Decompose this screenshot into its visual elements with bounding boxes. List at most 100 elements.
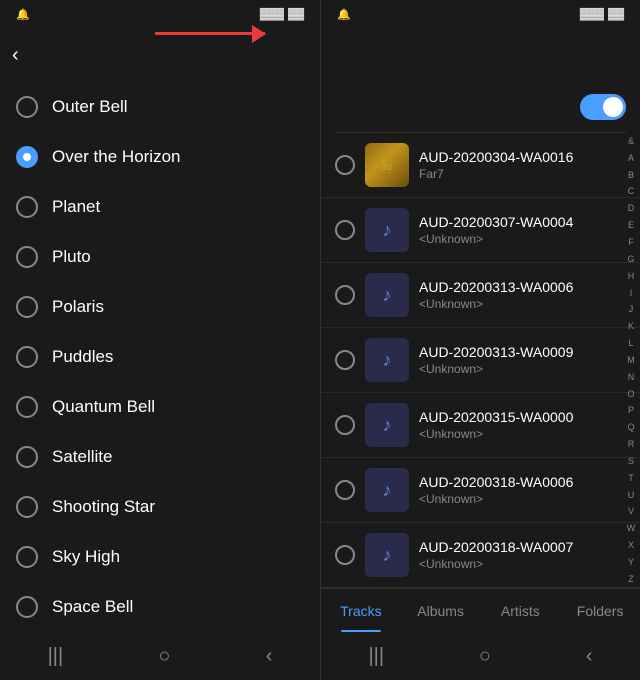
left-nav-bar: ||| ○ ‹ — [0, 632, 320, 680]
sound-name: AUD-20200318-WA0007 — [419, 539, 626, 555]
sound-list-item[interactable]: ♪ AUD-20200307-WA0004<Unknown> — [321, 198, 640, 263]
back-button[interactable]: ‹ — [12, 44, 19, 67]
sound-name: AUD-20200318-WA0006 — [419, 474, 626, 490]
ringtone-name: Over the Horizon — [52, 147, 181, 167]
ringtone-name: Sky High — [52, 547, 120, 567]
radio-circle — [16, 596, 38, 618]
sound-info: AUD-20200304-WA0016Far7 — [419, 149, 626, 181]
alpha-letter[interactable]: A — [628, 154, 634, 163]
sound-radio — [335, 285, 355, 305]
alpha-letter[interactable]: L — [628, 339, 633, 348]
sound-list-item[interactable]: 🏜 AUD-20200304-WA0016Far7 — [321, 133, 640, 198]
list-item[interactable]: Sky High — [0, 532, 320, 582]
list-item[interactable]: Quantum Bell — [0, 382, 320, 432]
wifi-icon: ▓▓ — [288, 8, 304, 20]
sound-info: AUD-20200307-WA0004<Unknown> — [419, 214, 626, 246]
recent-apps-icon[interactable]: ||| — [48, 645, 64, 668]
list-item[interactable]: Planet — [0, 182, 320, 232]
alpha-letter[interactable]: Y — [628, 558, 634, 567]
list-item[interactable]: Over the Horizon — [0, 132, 320, 182]
alpha-letter[interactable]: H — [628, 272, 635, 281]
list-item[interactable]: Puddles — [0, 332, 320, 382]
sound-list-item[interactable]: ♪AUD-20200318-WA0006<Unknown> — [321, 458, 640, 523]
alpha-letter[interactable]: B — [628, 171, 634, 180]
sound-artist: <Unknown> — [419, 427, 626, 441]
alpha-letter[interactable]: Z — [628, 575, 634, 584]
right-top-bar — [321, 28, 640, 82]
radio-circle — [16, 296, 38, 318]
alpha-letter[interactable]: S — [628, 457, 634, 466]
alpha-letter[interactable]: J — [629, 305, 634, 314]
alpha-letter[interactable]: M — [627, 356, 635, 365]
sound-thumbnail: 🏜 — [365, 143, 409, 187]
sound-info: AUD-20200315-WA0000<Unknown> — [419, 409, 626, 441]
sound-info: AUD-20200318-WA0007<Unknown> — [419, 539, 626, 571]
sound-artist: <Unknown> — [419, 362, 626, 376]
tab-tracks[interactable]: Tracks — [321, 589, 401, 632]
alpha-letter[interactable]: C — [628, 187, 635, 196]
signal-icon: ▓▓▓ — [260, 8, 284, 20]
radio-circle — [16, 396, 38, 418]
list-item[interactable]: Shooting Star — [0, 482, 320, 532]
right-status-bar: 🔔 ▓▓▓ ▓▓ — [321, 0, 640, 28]
sound-list-item[interactable]: ♪AUD-20200315-WA0000<Unknown> — [321, 393, 640, 458]
list-item[interactable]: Satellite — [0, 432, 320, 482]
right-back-nav-icon[interactable]: ‹ — [586, 645, 593, 668]
sound-thumbnail: ♪ — [365, 533, 409, 577]
alpha-letter[interactable]: X — [628, 541, 634, 550]
ringtone-list: Outer Bell Over the Horizon Planet Pluto Pol… — [0, 82, 320, 632]
sound-list-item[interactable]: ♪ AUD-20200318-WA0007<Unknown> — [321, 523, 640, 588]
alpha-letter[interactable]: U — [628, 491, 635, 500]
right-home-icon[interactable]: ○ — [479, 645, 491, 668]
tab-artists[interactable]: Artists — [481, 589, 561, 632]
sound-thumbnail: ♪ — [365, 468, 409, 512]
thumbnail-image: 🏜 — [365, 143, 409, 187]
tab-folders[interactable]: Folders — [560, 589, 640, 632]
right-nav-bar: ||| ○ ‹ — [321, 632, 640, 680]
alpha-letter[interactable]: N — [628, 373, 635, 382]
alpha-letter[interactable]: K — [628, 322, 634, 331]
home-icon[interactable]: ○ — [158, 645, 170, 668]
list-item[interactable]: Pluto — [0, 232, 320, 282]
music-icon: ♪ — [365, 533, 409, 577]
alpha-letter[interactable]: O — [627, 390, 634, 399]
alpha-letter[interactable]: T — [628, 474, 634, 483]
alpha-letter[interactable]: F — [628, 238, 634, 247]
tab-albums[interactable]: Albums — [401, 589, 481, 632]
alpha-letter[interactable]: R — [628, 440, 635, 449]
back-nav-icon[interactable]: ‹ — [266, 645, 273, 668]
alpha-letter[interactable]: P — [628, 406, 634, 415]
alpha-letter[interactable]: D — [628, 204, 635, 213]
ringtone-name: Satellite — [52, 447, 112, 467]
right-recent-apps-icon[interactable]: ||| — [368, 645, 384, 668]
sound-thumbnail: ♪ — [365, 338, 409, 382]
alpha-letter[interactable]: V — [628, 507, 634, 516]
alpha-letter[interactable]: Q — [627, 423, 634, 432]
list-item[interactable]: Space Bell — [0, 582, 320, 632]
sound-list-item[interactable]: ♪AUD-20200313-WA0006<Unknown> — [321, 263, 640, 328]
ringtone-name: Shooting Star — [52, 497, 155, 517]
sound-radio — [335, 155, 355, 175]
ringtone-name: Puddles — [52, 347, 113, 367]
notification-icon: 🔔 — [16, 8, 30, 21]
music-icon: ♪ — [365, 468, 409, 512]
list-item[interactable]: Outer Bell — [0, 82, 320, 132]
ringtone-name: Polaris — [52, 297, 104, 317]
alpha-letter[interactable]: G — [627, 255, 634, 264]
ringtone-panel: 🔔 ▓▓▓ ▓▓ ‹ Outer Bell Over the Horizon Pla… — [0, 0, 320, 680]
ringtone-name: Pluto — [52, 247, 91, 267]
alpha-letter[interactable]: & — [628, 137, 634, 146]
list-item[interactable]: Polaris — [0, 282, 320, 332]
sound-list: 🏜 AUD-20200304-WA0016Far7 ♪ AUD-20200307-WA… — [321, 133, 640, 588]
music-icon: ♪ — [365, 208, 409, 252]
highlights-toggle[interactable] — [580, 94, 626, 120]
sound-name: AUD-20200313-WA0006 — [419, 279, 626, 295]
alpha-letter[interactable]: W — [627, 524, 636, 533]
alpha-letter[interactable]: I — [630, 289, 633, 298]
sound-list-item[interactable]: ♪AUD-20200313-WA0009<Unknown> — [321, 328, 640, 393]
sound-radio — [335, 480, 355, 500]
sound-artist: <Unknown> — [419, 232, 626, 246]
alpha-letter[interactable]: E — [628, 221, 634, 230]
music-icon: ♪ — [365, 273, 409, 317]
music-icon: ♪ — [365, 338, 409, 382]
